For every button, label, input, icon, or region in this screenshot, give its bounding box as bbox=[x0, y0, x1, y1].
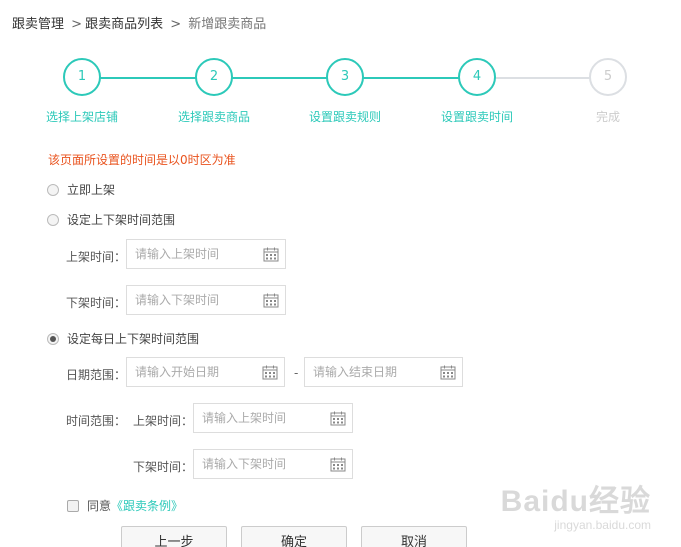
step-2: 2 选择跟卖商品 bbox=[164, 58, 264, 125]
radio-range[interactable] bbox=[47, 213, 59, 226]
daily-off-label: 下架时间： bbox=[133, 460, 194, 474]
agreement-checkbox[interactable] bbox=[67, 499, 79, 512]
start-date-input[interactable] bbox=[127, 358, 284, 386]
calendar-icon[interactable] bbox=[330, 457, 346, 472]
step-label: 选择跟卖商品 bbox=[177, 110, 250, 124]
calendar-icon[interactable] bbox=[330, 411, 346, 426]
step-4: 4 设置跟卖时间 bbox=[427, 58, 527, 125]
breadcrumb-separator: > bbox=[71, 17, 83, 32]
agreement-row: 同意 《跟卖条例》 bbox=[67, 497, 183, 514]
range-off-time-field[interactable] bbox=[126, 285, 286, 315]
option-range-label: 设定上下架时间范围 bbox=[67, 213, 176, 227]
step-label: 设置跟卖规则 bbox=[308, 110, 381, 124]
step-label: 设置跟卖时间 bbox=[440, 110, 513, 124]
step-progress: 1 选择上架店铺 2 选择跟卖商品 3 设置跟卖规则 4 设置跟卖时间 5 完成 bbox=[0, 58, 681, 128]
step-label: 完成 bbox=[595, 110, 620, 124]
calendar-icon[interactable] bbox=[440, 365, 456, 380]
daily-off-time-input[interactable] bbox=[194, 450, 352, 478]
calendar-icon[interactable] bbox=[263, 247, 279, 262]
step-1: 1 选择上架店铺 bbox=[32, 58, 132, 125]
prev-button[interactable]: 上一步 bbox=[121, 526, 227, 547]
range-off-time-input[interactable] bbox=[127, 286, 285, 314]
range-on-time-field[interactable] bbox=[126, 239, 286, 269]
agreement-text: 同意 bbox=[87, 499, 112, 513]
range-off-label: 下架时间： bbox=[66, 296, 127, 310]
step-5: 5 完成 bbox=[558, 58, 658, 125]
cancel-button[interactable]: 取消 bbox=[361, 526, 467, 547]
option-immediate-label: 立即上架 bbox=[67, 183, 116, 197]
step-number: 2 bbox=[195, 58, 233, 96]
breadcrumb-item-follow-management[interactable]: 跟卖管理 bbox=[12, 17, 64, 32]
date-range-dash: - bbox=[294, 366, 299, 380]
agreement-link[interactable]: 《跟卖条例》 bbox=[111, 497, 183, 514]
breadcrumb-item-follow-list[interactable]: 跟卖商品列表 bbox=[85, 17, 163, 32]
radio-daily[interactable] bbox=[47, 332, 59, 345]
watermark-url: jingyan.baidu.com bbox=[554, 518, 651, 532]
calendar-icon[interactable] bbox=[263, 293, 279, 308]
option-range[interactable]: 设定上下架时间范围 bbox=[47, 211, 175, 228]
breadcrumb: 跟卖管理 > 跟卖商品列表 > 新增跟卖商品 bbox=[12, 13, 266, 32]
breadcrumb-current: 新增跟卖商品 bbox=[188, 17, 267, 32]
daily-on-time-field[interactable] bbox=[193, 403, 353, 433]
start-date-field[interactable] bbox=[126, 357, 285, 387]
option-immediate[interactable]: 立即上架 bbox=[47, 181, 115, 198]
radio-immediate[interactable] bbox=[47, 183, 59, 196]
breadcrumb-separator: > bbox=[170, 17, 182, 32]
watermark-logo: Baidu经验 bbox=[500, 485, 651, 518]
step-number: 4 bbox=[458, 58, 496, 96]
step-number: 1 bbox=[63, 58, 101, 96]
step-number: 3 bbox=[326, 58, 364, 96]
daily-on-label: 上架时间： bbox=[133, 414, 194, 428]
end-date-input[interactable] bbox=[305, 358, 462, 386]
calendar-icon[interactable] bbox=[262, 365, 278, 380]
range-on-label: 上架时间： bbox=[66, 250, 127, 264]
step-label: 选择上架店铺 bbox=[45, 110, 118, 124]
step-3: 3 设置跟卖规则 bbox=[295, 58, 395, 125]
option-daily-label: 设定每日上下架时间范围 bbox=[67, 332, 200, 346]
range-on-time-input[interactable] bbox=[127, 240, 285, 268]
date-range-label: 日期范围： bbox=[66, 368, 127, 382]
confirm-button[interactable]: 确定 bbox=[241, 526, 347, 547]
time-range-label: 时间范围： bbox=[66, 414, 127, 428]
daily-off-time-field[interactable] bbox=[193, 449, 353, 479]
option-daily[interactable]: 设定每日上下架时间范围 bbox=[47, 330, 199, 347]
daily-on-time-input[interactable] bbox=[194, 404, 352, 432]
baidu-watermark: Baidu经验 jingyan.baidu.com bbox=[501, 476, 651, 532]
end-date-field[interactable] bbox=[304, 357, 463, 387]
step-number: 5 bbox=[589, 58, 627, 96]
timezone-notice: 该页面所设置的时间是以0时区为准 bbox=[48, 153, 236, 167]
